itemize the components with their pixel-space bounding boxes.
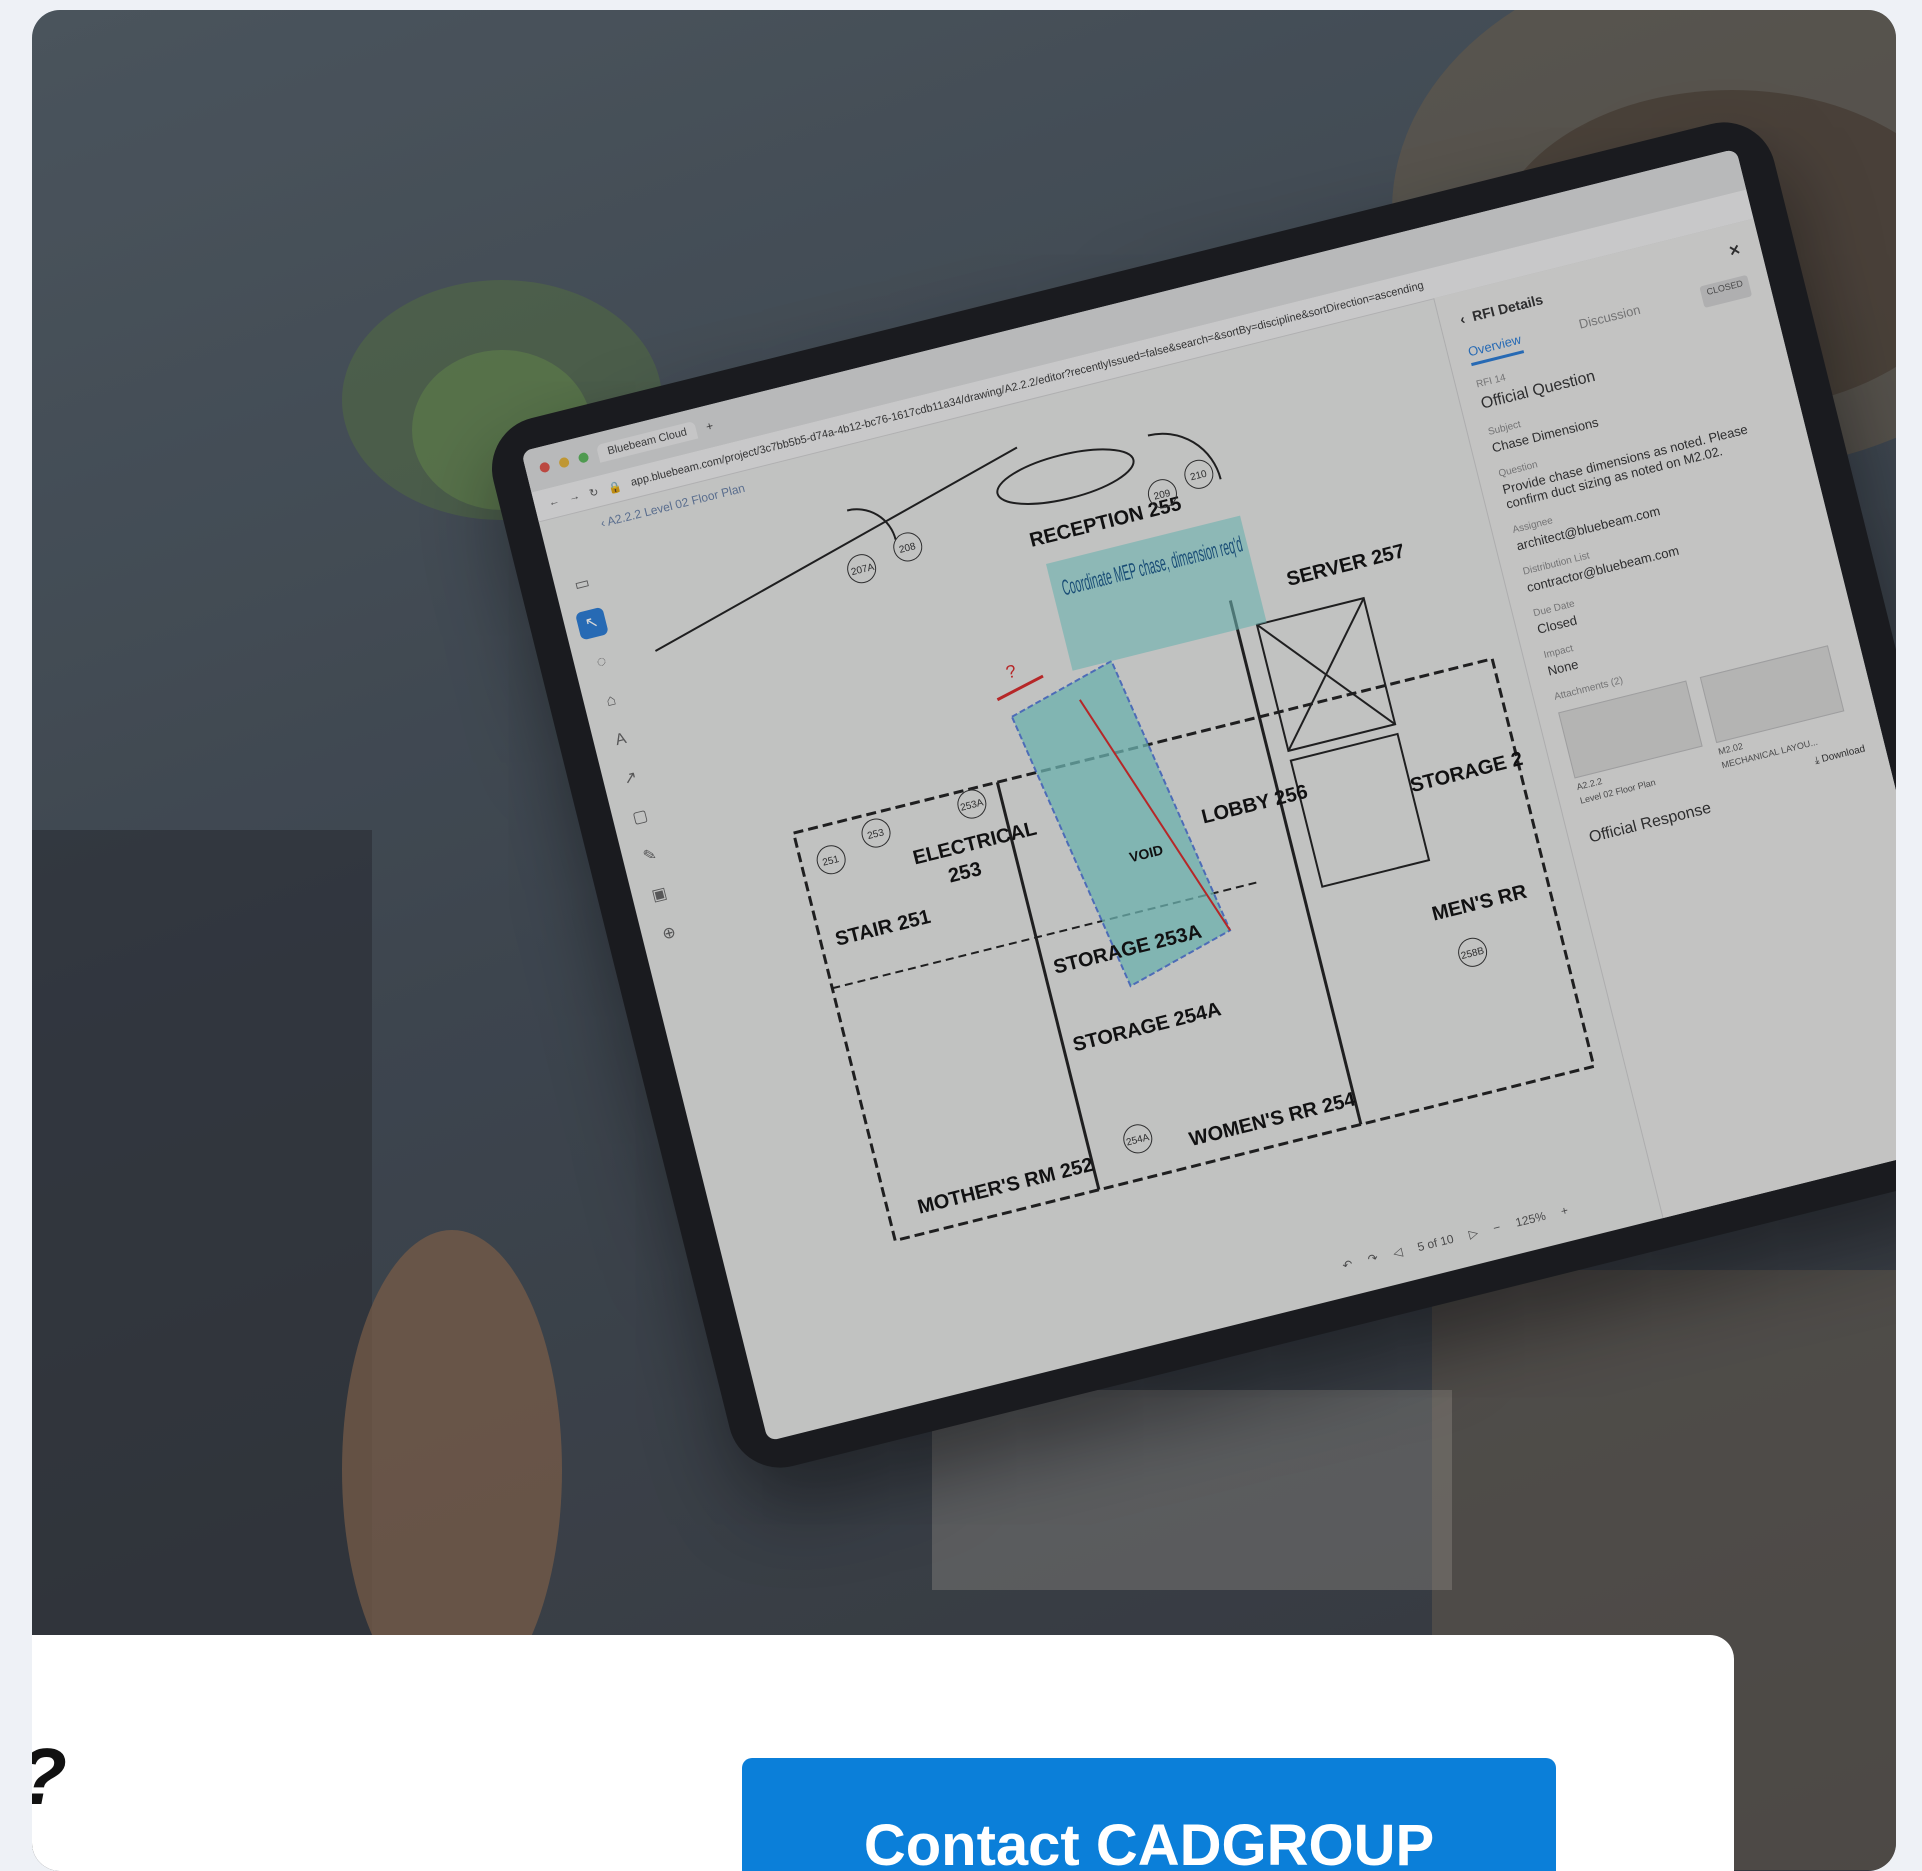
- window-maximize-dot[interactable]: [577, 451, 590, 464]
- hero-image: Bluebeam Cloud + ← → ↻ 🔒 app.bluebeam.co…: [32, 10, 1896, 1871]
- tab-discussion[interactable]: Discussion: [1577, 302, 1643, 339]
- room-label: STAIR 251: [833, 906, 933, 951]
- cta-question-fragment: ?: [32, 1731, 67, 1823]
- dimension-label: ?: [1004, 661, 1019, 683]
- lock-icon: 🔒: [606, 480, 623, 496]
- redo-icon[interactable]: ↷: [1366, 1251, 1379, 1267]
- text-tool-icon[interactable]: A: [604, 723, 638, 757]
- door-tag: 208: [898, 541, 917, 556]
- room-label: STORAGE 2: [1408, 748, 1525, 797]
- wall-line: [1228, 600, 1363, 1125]
- back-chevron-icon[interactable]: ‹: [1458, 310, 1466, 327]
- rfi-panel-title: RFI Details: [1470, 290, 1545, 324]
- equipment-cross: [1287, 597, 1365, 752]
- room-label: MOTHER'S RM 252: [915, 1154, 1095, 1219]
- room-label: STORAGE 254A: [1071, 998, 1224, 1056]
- door-tag: 258B: [1460, 946, 1486, 962]
- zoom-level: 125%: [1513, 1208, 1548, 1230]
- door-tag: 253A: [959, 797, 985, 813]
- status-badge: CLOSED: [1699, 274, 1753, 309]
- highlight-tool-icon[interactable]: ✎: [633, 839, 667, 873]
- select-pointer-icon[interactable]: ↖: [574, 606, 609, 641]
- room-label: MEN'S RR: [1430, 881, 1530, 926]
- close-icon[interactable]: ✕: [1727, 241, 1742, 260]
- contact-cadgroup-button[interactable]: Contact CADGROUP: [742, 1758, 1556, 1871]
- door-tag: 251: [821, 854, 840, 869]
- room-label: WOMEN'S RR 254: [1187, 1088, 1358, 1151]
- door-tag: 253: [866, 827, 885, 842]
- briefcase-icon[interactable]: ▭: [565, 568, 599, 602]
- next-page-icon[interactable]: ▷: [1467, 1226, 1479, 1242]
- cta-card: ? Contact CADGROUP: [32, 1635, 1734, 1871]
- room-label: SERVER 257: [1284, 540, 1407, 591]
- measure-tool-icon[interactable]: ⊕: [652, 917, 686, 951]
- door-swing: [846, 508, 897, 540]
- back-icon[interactable]: ←: [547, 495, 561, 509]
- room-label: 253: [946, 858, 984, 887]
- page-indicator: 5 of 10: [1416, 1231, 1456, 1255]
- window-minimize-dot[interactable]: [558, 456, 571, 469]
- window-close-dot[interactable]: [538, 461, 551, 474]
- equipment-box: [1289, 732, 1431, 888]
- dimension-line: [996, 674, 1044, 702]
- image-tool-icon[interactable]: ▣: [643, 878, 677, 912]
- door-tag: 210: [1189, 468, 1208, 483]
- prev-page-icon[interactable]: ◁: [1392, 1244, 1404, 1260]
- cloud-tool-icon[interactable]: ◌: [585, 645, 619, 679]
- stamp-tool-icon[interactable]: ⌂: [594, 684, 628, 718]
- callout-tool-icon[interactable]: ▢: [623, 801, 657, 835]
- reload-icon[interactable]: ↻: [588, 485, 600, 500]
- page-navigator: ↶ ↷ ◁ 5 of 10 ▷ − 125% +: [1341, 1203, 1570, 1273]
- new-tab-icon[interactable]: +: [704, 419, 714, 434]
- room-label: LOBBY 256: [1199, 781, 1310, 829]
- arrow-tool-icon[interactable]: ↗: [614, 762, 648, 796]
- door-tag: 207A: [850, 562, 876, 578]
- door-tag: 254A: [1125, 1132, 1151, 1148]
- zoom-out-icon[interactable]: −: [1492, 1220, 1502, 1235]
- undo-icon[interactable]: ↶: [1341, 1257, 1354, 1273]
- zoom-in-icon[interactable]: +: [1559, 1203, 1569, 1218]
- tab-overview[interactable]: Overview: [1466, 331, 1525, 367]
- download-icon: ⤓: [1813, 754, 1821, 767]
- forward-icon[interactable]: →: [568, 490, 582, 504]
